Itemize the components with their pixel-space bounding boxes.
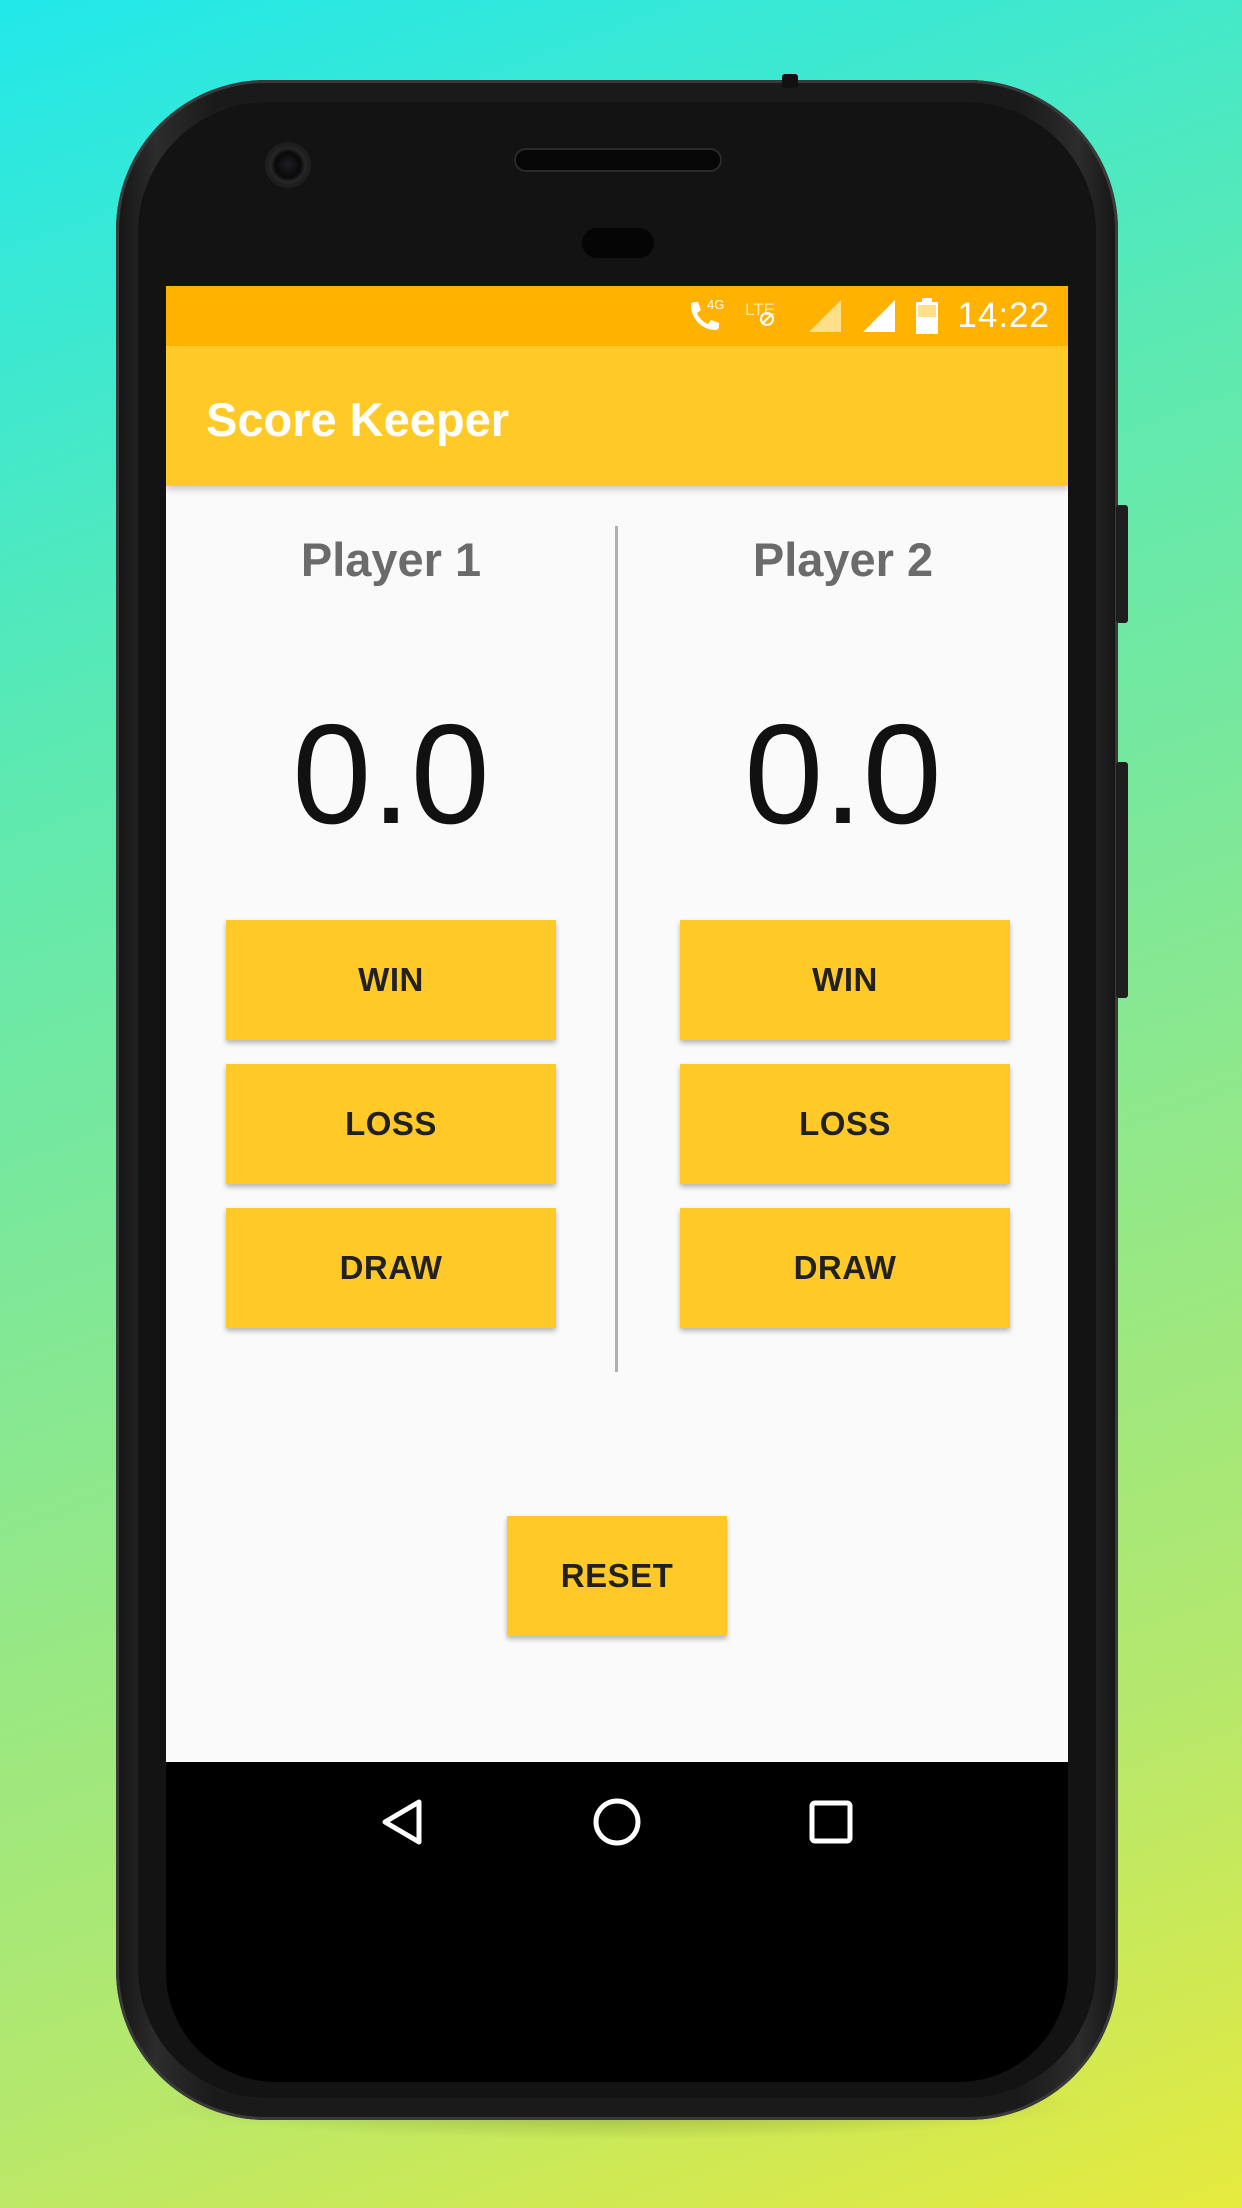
back-icon[interactable] <box>371 1790 435 1854</box>
lte-off-icon: LTE <box>743 295 789 337</box>
player-2-draw-button[interactable]: DRAW <box>680 1208 1010 1328</box>
power-button <box>1116 505 1128 623</box>
reset-button[interactable]: RESET <box>507 1516 727 1636</box>
player-2-score: 0.0 <box>744 695 942 854</box>
wifi-calling-4g-icon: 4G <box>685 295 725 337</box>
signal-full-icon <box>861 298 897 334</box>
battery-charging-icon <box>915 297 939 335</box>
app-bar: Score Keeper <box>166 346 1068 486</box>
phone-chin <box>166 1882 1068 2082</box>
player-1-score: 0.0 <box>292 695 490 854</box>
player-1-column: Player 1 0.0 WIN LOSS DRAW <box>166 486 616 1386</box>
player-2-column: Player 2 0.0 WIN LOSS DRAW <box>618 486 1068 1386</box>
player-1-draw-button[interactable]: DRAW <box>226 1208 556 1328</box>
player-1-win-button[interactable]: WIN <box>226 920 556 1040</box>
signal-weak-icon <box>807 298 843 334</box>
front-camera <box>268 145 308 185</box>
main-content: Player 1 0.0 WIN LOSS DRAW Player 2 0.0 … <box>166 486 1068 1762</box>
player-2-loss-button[interactable]: LOSS <box>680 1064 1010 1184</box>
player-1-loss-button[interactable]: LOSS <box>226 1064 556 1184</box>
player-2-name: Player 2 <box>752 533 934 586</box>
top-antenna <box>782 74 798 88</box>
volume-button <box>1116 762 1128 998</box>
app-title: Score Keeper <box>206 393 510 446</box>
proximity-sensor <box>582 228 654 258</box>
svg-text:4G: 4G <box>707 297 724 312</box>
player-2-win-button[interactable]: WIN <box>680 920 1010 1040</box>
screen: 4G LTE 14:22 Score Keeper Player 1 0.0 W… <box>166 286 1068 1762</box>
status-clock: 14:22 <box>957 296 1050 335</box>
recents-icon[interactable] <box>799 1790 863 1854</box>
home-icon[interactable] <box>585 1790 649 1854</box>
earpiece-speaker <box>516 150 720 170</box>
navigation-bar <box>166 1762 1068 1882</box>
status-bar: 4G LTE 14:22 <box>166 286 1068 346</box>
player-1-name: Player 1 <box>300 533 482 586</box>
